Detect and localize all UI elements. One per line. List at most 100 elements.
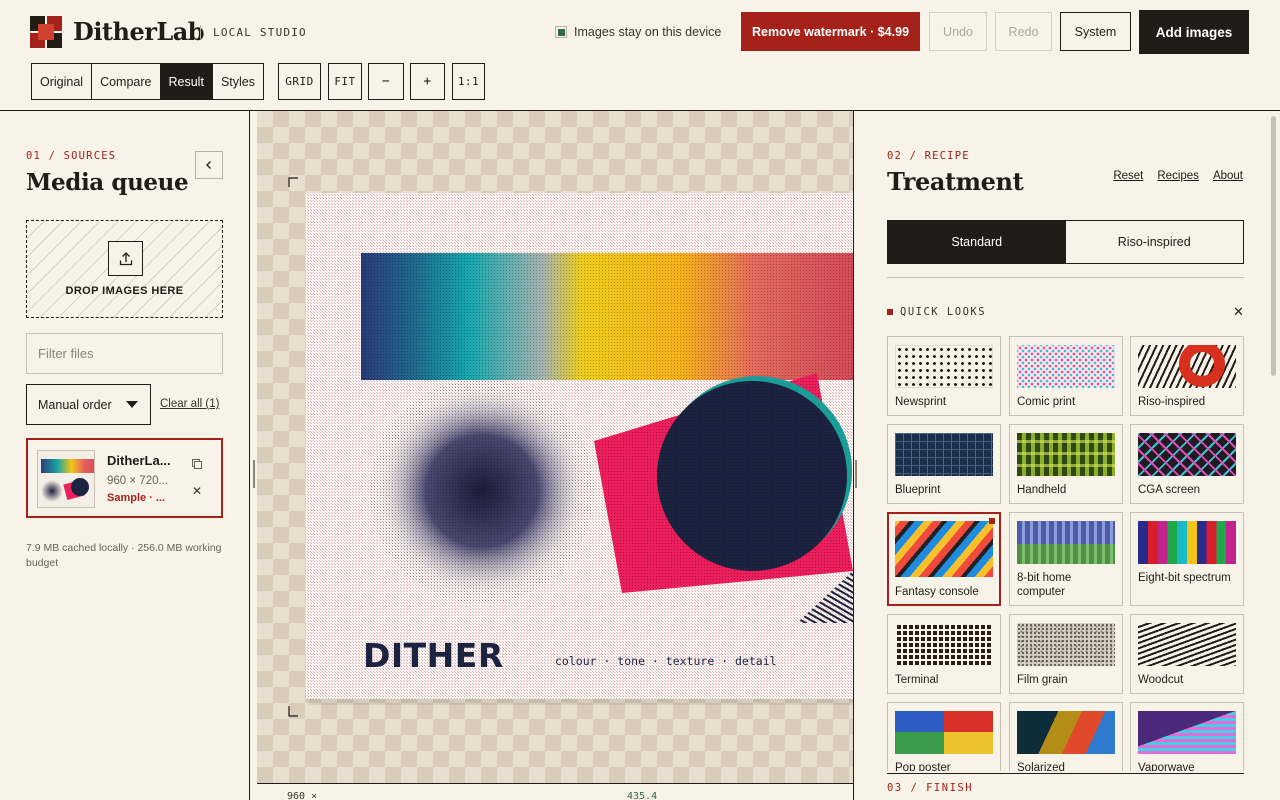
comic-swatch-icon <box>1017 345 1115 388</box>
look-blueprint[interactable]: Blueprint <box>887 424 1001 504</box>
mode-standard[interactable]: Standard <box>888 221 1066 263</box>
look-vaporwave[interactable]: Vaporwave <box>1130 702 1244 771</box>
ditherlab-logo-icon <box>30 16 62 48</box>
remove-file-icon[interactable]: ✕ <box>192 484 202 498</box>
solarized-swatch-icon <box>1017 711 1115 754</box>
fit-button[interactable]: FIT <box>328 63 362 100</box>
pop-swatch-icon <box>895 711 993 754</box>
sort-order-value: Manual order <box>38 397 112 412</box>
look-label: Eight-bit spectrum <box>1138 572 1231 584</box>
newsprint-swatch-icon <box>895 345 993 388</box>
clear-all-link[interactable]: Clear all (1) <box>160 398 219 410</box>
add-images-button[interactable]: Add images <box>1139 10 1249 54</box>
look-label: Pop poster <box>895 762 951 771</box>
quick-looks-label: QUICK LOOKS <box>900 306 987 318</box>
look-8bit-home-computer[interactable]: 8-bit home computer <box>1009 512 1123 606</box>
recipes-link[interactable]: Recipes <box>1157 170 1199 182</box>
remove-watermark-button[interactable]: Remove watermark · $4.99 <box>741 12 920 51</box>
redo-button[interactable]: Redo <box>995 12 1052 51</box>
look-comic-print[interactable]: Comic print <box>1009 336 1123 416</box>
theme-system-button[interactable]: System <box>1060 12 1131 51</box>
look-woodcut[interactable]: Woodcut <box>1130 614 1244 694</box>
chevron-left-icon <box>206 161 211 169</box>
look-riso-inspired[interactable]: Riso-inspired <box>1130 336 1244 416</box>
spectrum-swatch-icon <box>1138 521 1236 564</box>
zoom-in-button[interactable]: + <box>410 63 445 100</box>
look-label: 8-bit home computer <box>1017 572 1072 598</box>
close-quick-looks-icon[interactable]: ✕ <box>1233 304 1244 320</box>
privacy-indicator: Images stay on this device <box>555 25 721 39</box>
look-label: Comic print <box>1017 396 1076 408</box>
poster-tagline: colour · tone · texture · detail <box>555 654 777 668</box>
filter-files-input[interactable] <box>26 333 223 374</box>
grid-toggle-button[interactable]: GRID <box>278 63 321 100</box>
blueprint-swatch-icon <box>895 433 993 476</box>
brand-subtitle: LOCAL STUDIO <box>213 26 307 39</box>
sources-eyebrow: 01 / SOURCES <box>26 150 117 162</box>
look-pop-poster[interactable]: Pop poster <box>887 702 1001 771</box>
file-thumbnail <box>37 450 95 508</box>
quick-looks-heading: QUICK LOOKS <box>887 306 986 318</box>
look-solarized[interactable]: Solarized <box>1009 702 1123 771</box>
quick-looks-grid: Newsprint Comic print Riso-inspired Blue… <box>887 336 1244 771</box>
undo-button[interactable]: Undo <box>929 12 987 51</box>
mode-toggle: Standard Riso-inspired <box>887 220 1244 264</box>
duplicate-icon[interactable] <box>191 458 203 470</box>
look-label: Handheld <box>1017 484 1067 496</box>
tab-original[interactable]: Original <box>32 64 93 99</box>
sources-panel: 01 / SOURCES Media queue DROP IMAGES HER… <box>0 111 250 800</box>
mode-riso-inspired[interactable]: Riso-inspired <box>1066 221 1244 263</box>
actual-size-button[interactable]: 1:1 <box>452 63 485 100</box>
fantasy-swatch-icon <box>895 521 993 577</box>
zoom-out-button[interactable]: − <box>368 63 404 100</box>
recipe-title: Treatment <box>887 167 1024 196</box>
look-label: Film grain <box>1017 674 1068 686</box>
look-label: Fantasy console <box>895 586 979 598</box>
about-link[interactable]: About <box>1213 170 1243 182</box>
handheld-swatch-icon <box>1017 433 1115 476</box>
look-film-grain[interactable]: Film grain <box>1009 614 1123 694</box>
brand-name: DitherLab <box>73 17 205 46</box>
image-dropzone[interactable]: DROP IMAGES HERE <box>26 220 223 318</box>
view-tabs: Original Compare Result Styles <box>31 63 264 100</box>
finish-divider <box>887 773 1244 774</box>
tab-styles[interactable]: Styles <box>213 64 263 99</box>
privacy-status-icon <box>555 26 567 38</box>
look-cga-screen[interactable]: CGA screen <box>1130 424 1244 504</box>
recipe-eyebrow: 02 / RECIPE <box>887 150 970 162</box>
look-newsprint[interactable]: Newsprint <box>887 336 1001 416</box>
tab-result[interactable]: Result <box>160 64 213 99</box>
file-tag: Sample · ... <box>107 492 166 504</box>
riso-swatch-icon <box>1138 345 1236 388</box>
app-root: DitherLab LOCAL STUDIO Images stay on th… <box>0 0 1280 800</box>
tab-compare[interactable]: Compare <box>92 64 161 99</box>
look-terminal[interactable]: Terminal <box>887 614 1001 694</box>
sources-title: Media queue <box>26 169 189 196</box>
finish-eyebrow: 03 / FINISH <box>887 782 974 794</box>
left-resize-handle[interactable] <box>253 460 255 488</box>
brand-divider <box>200 25 201 39</box>
privacy-text: Images stay on this device <box>574 25 722 39</box>
reset-link[interactable]: Reset <box>1113 170 1143 182</box>
look-fantasy-console[interactable]: Fantasy console <box>887 512 1001 606</box>
look-label: CGA screen <box>1138 484 1200 496</box>
8bit-swatch-icon <box>1017 521 1115 564</box>
dithered-preview-image <box>288 177 853 717</box>
zoom-readout: 435.4 <box>627 791 658 800</box>
dropzone-label: DROP IMAGES HERE <box>65 285 184 297</box>
canvas-status-bar: 960 × 435.4 <box>257 783 853 800</box>
woodcut-swatch-icon <box>1138 623 1236 666</box>
recipe-scrollbar[interactable] <box>1271 116 1276 376</box>
sort-order-select[interactable]: Manual order <box>26 384 151 425</box>
preview-canvas[interactable]: DITHER colour · tone · texture · detail <box>257 111 853 783</box>
film-grain-swatch-icon <box>1017 623 1115 666</box>
queue-file-card[interactable]: DitherLa... 960 × 720... Sample · ... ✕ <box>26 438 223 518</box>
look-label: Solarized <box>1017 762 1065 771</box>
collapse-panel-button[interactable] <box>195 151 223 179</box>
cache-status: 7.9 MB cached locally · 256.0 MB working… <box>26 542 222 569</box>
look-label: Newsprint <box>895 396 947 408</box>
look-handheld[interactable]: Handheld <box>1009 424 1123 504</box>
look-eight-bit-spectrum[interactable]: Eight-bit spectrum <box>1130 512 1244 606</box>
recipe-links: Reset Recipes About <box>1113 170 1243 182</box>
file-dimensions: 960 × 720... <box>107 475 169 487</box>
